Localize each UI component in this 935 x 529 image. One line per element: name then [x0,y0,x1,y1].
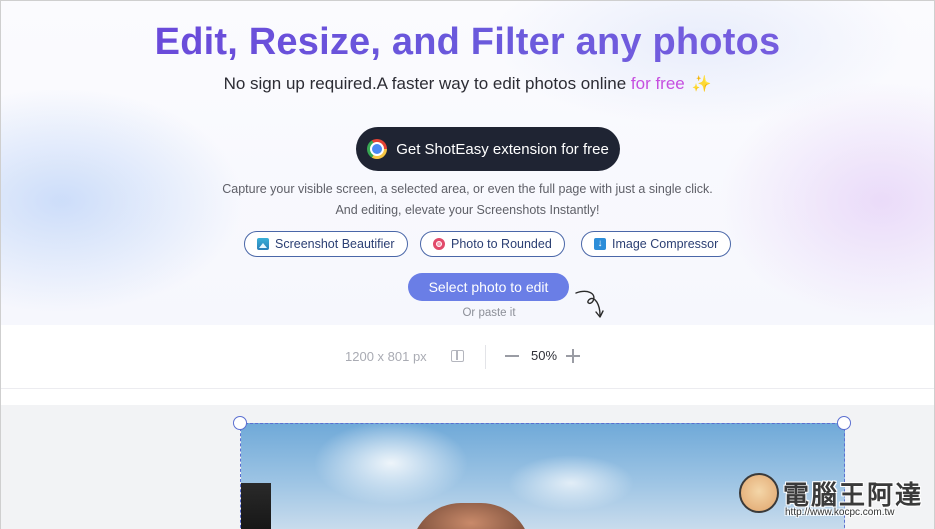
crop-handle-top-right[interactable] [837,416,851,430]
hero-section: Edit, Resize, and Filter any photos No s… [1,1,934,325]
chrome-icon [367,139,388,159]
photo-to-rounded-label: Photo to Rounded [451,237,552,251]
sparkle-icon: ✨ [691,76,712,93]
description-line-2: And editing, elevate your Screenshots In… [335,203,600,217]
zoom-level: 50% [531,348,558,363]
zoom-out-icon[interactable] [505,355,519,357]
subtitle-highlight: for free [630,74,685,93]
screenshot-beautifier-label: Screenshot Beautifier [275,237,395,251]
page-title: Edit, Resize, and Filter any photos [1,21,934,64]
compare-view-icon[interactable] [451,350,464,362]
image-compressor-button[interactable]: ↓ Image Compressor [581,231,732,257]
photo-to-rounded-button[interactable]: Photo to Rounded [420,231,565,257]
image-icon [257,238,269,250]
screenshot-beautifier-button[interactable]: Screenshot Beautifier [244,231,408,257]
lifebuoy-icon [433,238,445,250]
watermark-logo [739,473,779,513]
crop-handle-top-left[interactable] [233,416,247,430]
download-icon: ↓ [594,238,606,250]
get-extension-label: Get ShotEasy extension for free [396,140,609,158]
zoom-in-icon[interactable] [566,349,580,363]
page-subtitle: No sign up required.A faster way to edit… [1,74,934,94]
subtitle-text: No sign up required.A faster way to edit… [223,74,631,93]
watermark: 電腦王阿達 http://www.kocpc.com.tw [739,471,929,523]
select-photo-button[interactable]: Select photo to edit [408,273,569,301]
image-dimensions: 1200 x 801 px [345,349,427,364]
editor-toolbar: 1200 x 801 px 50% [1,325,934,389]
image-compressor-label: Image Compressor [612,237,719,251]
paste-hint: Or paste it [462,307,516,319]
toolbar-divider [485,345,486,369]
get-extension-button[interactable]: Get ShotEasy extension for free [356,127,620,171]
watermark-url: http://www.kocpc.com.tw [785,507,895,518]
description-line-1: Capture your visible screen, a selected … [222,182,713,196]
